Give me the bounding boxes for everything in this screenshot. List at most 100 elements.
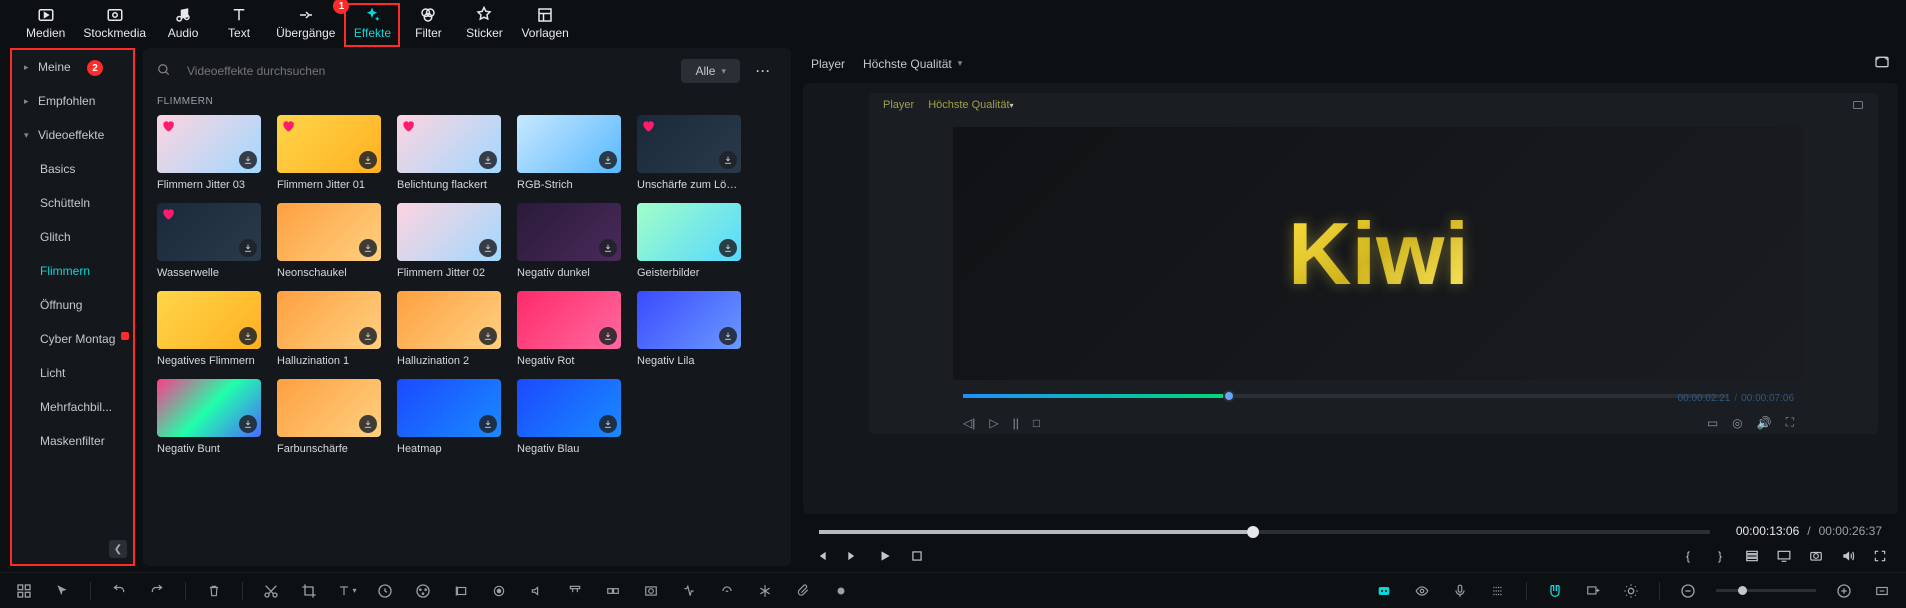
sidebar-item[interactable]: Flimmern	[12, 254, 133, 288]
eye-icon[interactable]	[1412, 581, 1432, 601]
download-icon[interactable]	[599, 327, 617, 345]
effect-card[interactable]: Negativ Blau	[517, 379, 621, 455]
volume-icon[interactable]	[1838, 546, 1858, 566]
stop-button[interactable]	[907, 546, 927, 566]
effect-card[interactable]: Flimmern Jitter 03	[157, 115, 261, 191]
sidebar-item[interactable]: Schütteln	[12, 186, 133, 220]
brightness-icon[interactable]	[1621, 581, 1641, 601]
download-icon[interactable]	[359, 327, 377, 345]
inner-display-icon[interactable]: ▭	[1707, 416, 1718, 430]
crop-icon[interactable]	[299, 581, 319, 601]
sidebar-item[interactable]: Cyber Montag	[12, 322, 133, 356]
sidebar-item[interactable]: Glitch	[12, 220, 133, 254]
marker-icon[interactable]	[565, 581, 585, 601]
zoom-in-icon[interactable]	[1834, 581, 1854, 601]
sidebar-group[interactable]: ▸Empfohlen	[12, 84, 133, 118]
sidebar-group[interactable]: ▾Videoeffekte	[12, 118, 133, 152]
inner-camera-icon[interactable]: ◎	[1732, 416, 1742, 430]
stabilize-icon[interactable]	[679, 581, 699, 601]
inner-quality-dropdown[interactable]: Höchste Qualität▾	[928, 99, 1013, 114]
effect-card[interactable]: Heatmap	[397, 379, 501, 455]
display-icon[interactable]	[1774, 546, 1794, 566]
effects-filter-dropdown[interactable]: Alle▾	[681, 59, 740, 83]
sidebar-collapse-button[interactable]: ❮	[109, 540, 127, 558]
effect-card[interactable]: Flimmern Jitter 01	[277, 115, 381, 191]
download-icon[interactable]	[719, 327, 737, 345]
nav-sticker[interactable]: Sticker	[457, 4, 511, 46]
add-marker-icon[interactable]	[1583, 581, 1603, 601]
inner-pause-button[interactable]: ||	[1013, 416, 1019, 430]
inner-play-button[interactable]: ▷	[989, 416, 998, 430]
download-icon[interactable]	[359, 415, 377, 433]
download-icon[interactable]	[239, 327, 257, 345]
effect-card[interactable]: Halluzination 2	[397, 291, 501, 367]
mixer-icon[interactable]	[1488, 581, 1508, 601]
assistant-icon[interactable]	[1374, 581, 1394, 601]
nav-effekte[interactable]: Effekte	[345, 4, 399, 46]
download-icon[interactable]	[359, 239, 377, 257]
prev-frame-button[interactable]	[811, 546, 831, 566]
inner-fullscreen-icon[interactable]: ⛶	[1786, 415, 1794, 430]
effect-card[interactable]: Negativ Bunt	[157, 379, 261, 455]
zoom-fit-icon[interactable]	[1872, 581, 1892, 601]
download-icon[interactable]	[239, 151, 257, 169]
fullscreen-icon[interactable]	[1870, 546, 1890, 566]
effect-card[interactable]: RGB-Strich	[517, 115, 621, 191]
download-icon[interactable]	[719, 151, 737, 169]
effect-card[interactable]: Negativ dunkel	[517, 203, 621, 279]
color-icon[interactable]	[413, 581, 433, 601]
play-button[interactable]	[875, 546, 895, 566]
effect-card[interactable]: Wasserwelle	[157, 203, 261, 279]
download-icon[interactable]	[239, 415, 257, 433]
audio-icon[interactable]	[527, 581, 547, 601]
motion-icon[interactable]	[451, 581, 471, 601]
keyframe-icon[interactable]	[489, 581, 509, 601]
nav-medien[interactable]: Medien	[18, 4, 73, 46]
undo-icon[interactable]	[109, 581, 129, 601]
effects-search-input[interactable]	[181, 58, 671, 84]
effect-card[interactable]: Negativ Lila	[637, 291, 741, 367]
inner-snapshot-icon[interactable]	[1852, 99, 1864, 114]
effect-card[interactable]: Neonschaukel	[277, 203, 381, 279]
speed-icon[interactable]	[375, 581, 395, 601]
mark-in-icon[interactable]: {	[1678, 546, 1698, 566]
sidebar-item[interactable]: Licht	[12, 356, 133, 390]
freeze-icon[interactable]	[755, 581, 775, 601]
effect-card[interactable]: Farbunschärfe	[277, 379, 381, 455]
nav-uebergaenge[interactable]: Übergänge1	[268, 4, 343, 46]
download-icon[interactable]	[719, 239, 737, 257]
record-icon[interactable]	[831, 581, 851, 601]
inner-progress-bar[interactable]	[963, 394, 1728, 398]
snapshot-icon[interactable]	[1874, 54, 1890, 73]
effect-card[interactable]: Belichtung flackert	[397, 115, 501, 191]
pointer-tool-icon[interactable]	[52, 581, 72, 601]
next-frame-button[interactable]	[843, 546, 863, 566]
zoom-slider[interactable]	[1716, 589, 1816, 592]
cut-icon[interactable]	[261, 581, 281, 601]
group-icon[interactable]	[603, 581, 623, 601]
sidebar-item[interactable]: Basics	[12, 152, 133, 186]
text-tool-icon[interactable]: ▾	[337, 581, 357, 601]
layout-icon[interactable]	[1742, 546, 1762, 566]
effect-card[interactable]: Negativ Rot	[517, 291, 621, 367]
nav-filter[interactable]: Filter	[401, 4, 455, 46]
mic-icon[interactable]	[1450, 581, 1470, 601]
nav-text[interactable]: Text	[212, 4, 266, 46]
inner-volume-icon[interactable]: 🔊	[1757, 416, 1772, 430]
quality-dropdown[interactable]: Höchste Qualität▾	[863, 57, 962, 71]
download-icon[interactable]	[479, 239, 497, 257]
effects-more-button[interactable]: ···	[750, 60, 777, 82]
effect-card[interactable]: Flimmern Jitter 02	[397, 203, 501, 279]
download-icon[interactable]	[599, 415, 617, 433]
effect-card[interactable]: Geisterbilder	[637, 203, 741, 279]
outer-progress-bar[interactable]	[819, 530, 1710, 534]
download-icon[interactable]	[599, 239, 617, 257]
add-track-icon[interactable]	[14, 581, 34, 601]
zoom-out-icon[interactable]	[1678, 581, 1698, 601]
effect-card[interactable]: Negatives Flimmern	[157, 291, 261, 367]
sidebar-item[interactable]: Öffnung	[12, 288, 133, 322]
download-icon[interactable]	[239, 239, 257, 257]
download-icon[interactable]	[479, 151, 497, 169]
nav-audio[interactable]: Audio	[156, 4, 210, 46]
download-icon[interactable]	[359, 151, 377, 169]
